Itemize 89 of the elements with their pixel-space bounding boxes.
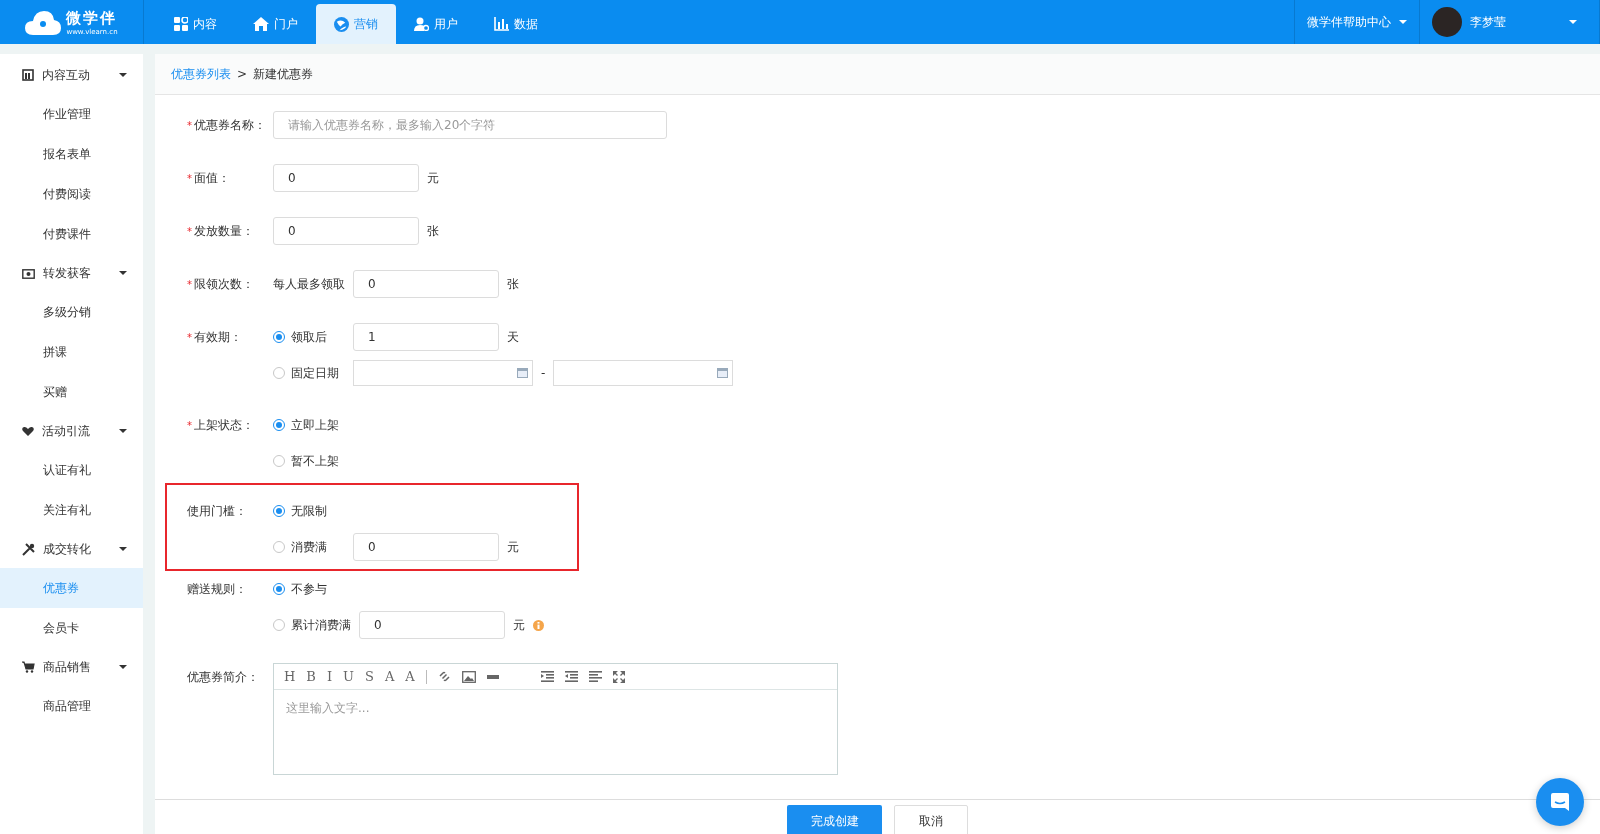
sidebar-group[interactable]: 商品销售: [0, 648, 143, 686]
image-icon[interactable]: [461, 670, 476, 683]
chat-bubble-icon: [1550, 792, 1570, 812]
format-button[interactable]: U: [343, 669, 354, 684]
home-icon: [253, 17, 269, 31]
sidebar-item[interactable]: 会员卡: [0, 608, 143, 648]
globe-icon: [334, 16, 349, 32]
date-input[interactable]: [553, 360, 734, 386]
number-input[interactable]: 0: [273, 164, 419, 192]
field-label: 发放数量：: [194, 224, 254, 238]
radio-option[interactable]: 领取后: [273, 328, 345, 346]
cancel-button[interactable]: 取消: [894, 805, 968, 834]
user-icon: [414, 17, 429, 31]
indent-icon[interactable]: [540, 671, 554, 682]
cart-icon: [22, 661, 35, 673]
unit-label: 元: [507, 538, 519, 556]
required-mark: *: [187, 279, 192, 290]
sidebar-group[interactable]: 活动引流: [0, 412, 143, 450]
radio-option[interactable]: 无限制: [273, 502, 345, 520]
field-label: 上架状态：: [194, 418, 254, 432]
link-icon[interactable]: [437, 670, 451, 683]
format-button[interactable]: A: [405, 669, 415, 684]
unit-label: 张: [507, 275, 519, 293]
sidebar-item[interactable]: 报名表单: [0, 134, 143, 174]
unit-label: 元: [427, 169, 439, 187]
field-label: 优惠券名称：: [194, 118, 266, 132]
avatar: [1432, 7, 1462, 37]
sidebar-item[interactable]: 拼课: [0, 332, 143, 372]
bar-chart-icon: [494, 17, 509, 31]
camera-icon: [22, 267, 35, 279]
unit-label: 元: [513, 616, 525, 634]
sidebar-item[interactable]: 多级分销: [0, 292, 143, 332]
breadcrumb-current: 新建优惠券: [253, 65, 314, 83]
field-label: 限领次数：: [194, 277, 254, 291]
format-button[interactable]: I: [326, 669, 333, 684]
format-button[interactable]: H: [284, 669, 296, 684]
format-button[interactable]: B: [306, 669, 316, 684]
number-input[interactable]: 0: [353, 270, 499, 298]
required-mark: *: [187, 226, 192, 237]
sidebar-item[interactable]: 商品管理: [0, 686, 143, 726]
breadcrumb-separator: >: [237, 67, 248, 81]
radio-option[interactable]: 累计消费满: [273, 616, 351, 634]
radio-option[interactable]: 消费满: [273, 538, 345, 556]
format-button[interactable]: S: [365, 669, 374, 684]
logo-text: 微学伴: [66, 8, 118, 28]
number-input[interactable]: 0: [359, 611, 505, 639]
book-icon: [22, 69, 34, 81]
radio-option[interactable]: 暂不上架: [273, 452, 345, 470]
number-input[interactable]: 0: [273, 217, 419, 245]
unit-label: 天: [507, 328, 519, 346]
heart-icon: [22, 425, 34, 437]
number-input[interactable]: 1: [353, 323, 499, 351]
unit-label: 张: [427, 222, 439, 240]
radio-option[interactable]: 固定日期: [273, 364, 345, 382]
radio-option[interactable]: 不参与: [273, 580, 345, 598]
fullscreen-icon[interactable]: [612, 670, 625, 683]
chat-button[interactable]: [1536, 778, 1584, 826]
sidebar-item[interactable]: 认证有礼: [0, 450, 143, 490]
text-input[interactable]: 请输入优惠券名称，最多输入20个字符: [273, 111, 667, 139]
field-label: 赠送规则：: [187, 582, 247, 596]
sidebar-item[interactable]: 作业管理: [0, 94, 143, 134]
tools-icon: [22, 542, 35, 556]
number-input[interactable]: 0: [353, 533, 499, 561]
required-mark: *: [187, 173, 192, 184]
rich-text-editor[interactable]: H B I U S A A 这里输入文字...: [273, 663, 838, 775]
field-label: 优惠券简介：: [187, 670, 259, 684]
range-separator: -: [541, 366, 546, 380]
field-label: 面值：: [194, 171, 230, 185]
sidebar-item[interactable]: 关注有礼: [0, 490, 143, 530]
sidebar-item[interactable]: 付费课件: [0, 214, 143, 254]
radio-option[interactable]: 立即上架: [273, 416, 345, 434]
cloud-logo-icon: [25, 9, 62, 35]
align-left-icon[interactable]: [588, 671, 602, 682]
date-input[interactable]: [353, 360, 533, 386]
field-label: 使用门槛：: [187, 504, 247, 518]
sidebar-group[interactable]: 内容互动: [0, 56, 143, 94]
required-mark: *: [187, 120, 192, 131]
required-mark: *: [187, 420, 192, 431]
required-mark: *: [187, 332, 192, 343]
sidebar-item[interactable]: 买赠: [0, 372, 143, 412]
sidebar-group[interactable]: 成交转化: [0, 530, 143, 568]
grid-icon: [174, 17, 188, 31]
input-prefix: 每人最多领取: [273, 275, 345, 293]
sidebar-item[interactable]: 付费阅读: [0, 174, 143, 214]
format-button[interactable]: A: [384, 669, 395, 684]
outdent-icon[interactable]: [564, 671, 578, 682]
sidebar-group[interactable]: 转发获客: [0, 254, 143, 292]
editor-placeholder: 这里输入文字...: [285, 700, 371, 717]
field-label: 有效期：: [194, 330, 242, 344]
